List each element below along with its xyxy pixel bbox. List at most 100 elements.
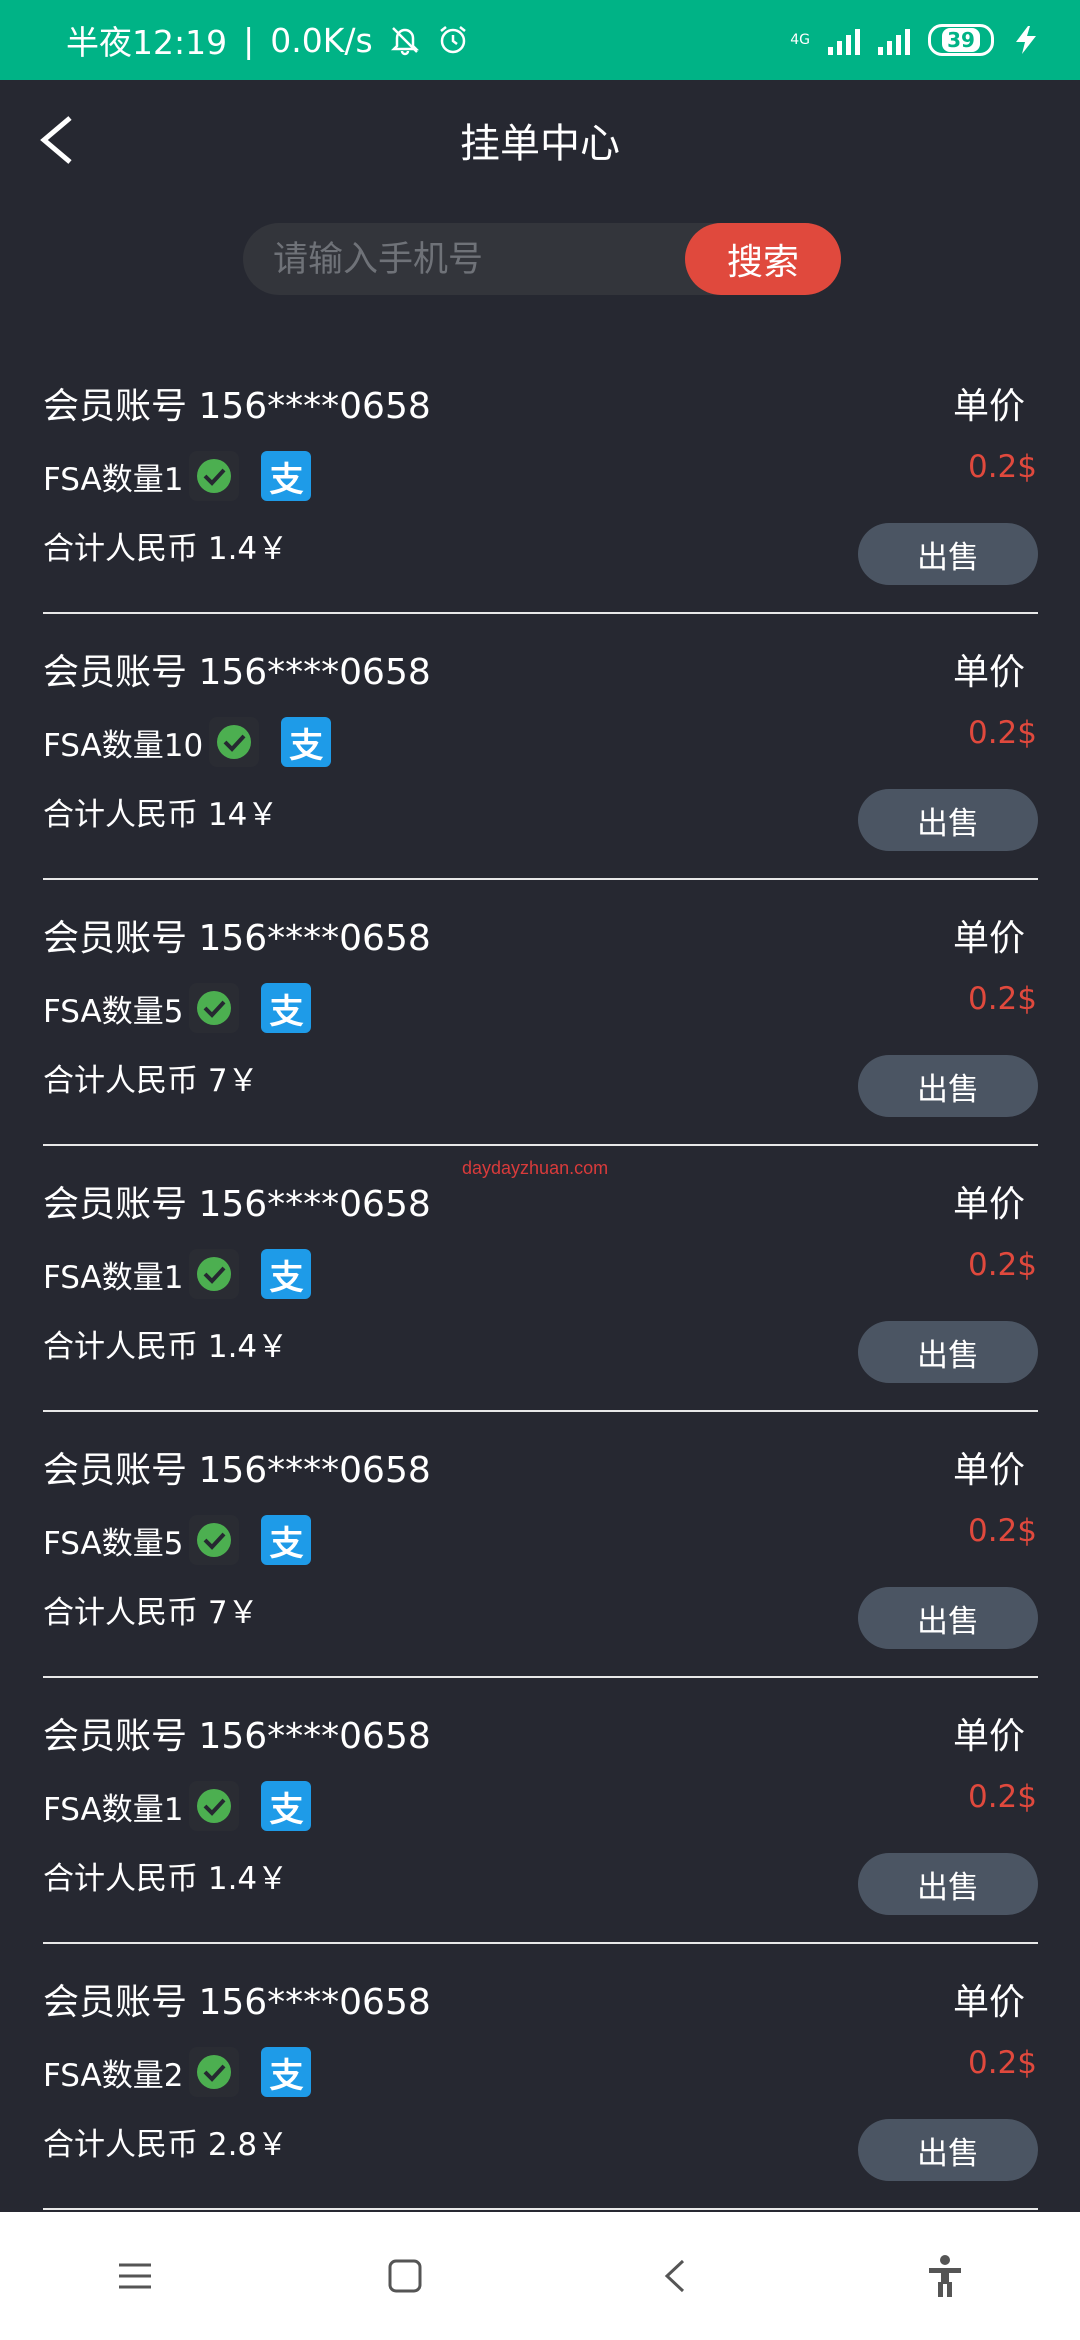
phone-search-input[interactable] [271, 233, 675, 287]
battery-level: 39 [942, 28, 980, 52]
unit-price: 0.2$ [967, 981, 1037, 1017]
member-account: 会员账号 156****0658 [43, 1982, 431, 2023]
total-rmb: 合计人民币 1.4￥ [43, 1329, 289, 1365]
sell-button[interactable]: 出售 [858, 1853, 1038, 1915]
wechat-pay-icon [189, 1515, 240, 1565]
back-triangle-icon [664, 2259, 685, 2293]
order-item: 会员账号 156****0658 单价 FSA数量1 支 0.2$ 合计人民币 … [0, 1151, 1080, 1417]
order-item: 会员账号 156****0658 单价 FSA数量1 支 0.2$ 合计人民币 … [0, 1683, 1080, 1949]
unit-price-label: 单价 [952, 1450, 1025, 1491]
sell-button[interactable]: 出售 [858, 1055, 1038, 1117]
divider [43, 1410, 1038, 1412]
unit-price: 0.2$ [967, 1247, 1037, 1283]
fsa-quantity: FSA数量1 [43, 1791, 184, 1828]
divider [43, 2208, 1038, 2210]
fsa-quantity: FSA数量1 [43, 1259, 184, 1296]
alipay-icon: 支 [261, 1515, 312, 1565]
status-time: 半夜12:19 [66, 23, 228, 62]
divider [43, 612, 1038, 614]
accessibility-button[interactable] [905, 2236, 985, 2316]
fsa-quantity: FSA数量10 [43, 727, 204, 764]
wechat-pay-icon [189, 1249, 240, 1299]
home-button[interactable] [365, 2236, 445, 2316]
battery-indicator: 39 [928, 24, 994, 56]
alipay-icon: 支 [281, 717, 332, 767]
alipay-icon: 支 [261, 451, 312, 501]
order-list: 会员账号 156****0658 单价 FSA数量1 支 0.2$ 合计人民币 … [0, 353, 1080, 2215]
alipay-icon: 支 [261, 1249, 312, 1299]
member-account: 会员账号 156****0658 [43, 918, 431, 959]
total-rmb: 合计人民币 14￥ [43, 797, 279, 833]
sell-button[interactable]: 出售 [858, 1587, 1038, 1649]
member-account: 会员账号 156****0658 [43, 1716, 431, 1757]
member-account: 会员账号 156****0658 [43, 1184, 431, 1225]
member-account: 会员账号 156****0658 [43, 652, 431, 693]
charging-icon [1016, 26, 1036, 54]
signal-icon [828, 25, 860, 55]
quantity-row: FSA数量2 支 [43, 2046, 312, 2098]
sell-button[interactable]: 出售 [858, 789, 1038, 851]
network-speed: 0.0K/s [270, 20, 373, 60]
member-account: 会员账号 156****0658 [43, 386, 431, 427]
page-title: 挂单中心 [460, 121, 620, 167]
alipay-icon: 支 [261, 1781, 312, 1831]
wechat-pay-icon [189, 2047, 240, 2097]
search-bar: 搜索 [243, 223, 841, 295]
alipay-icon: 支 [261, 983, 312, 1033]
unit-price-label: 单价 [952, 652, 1025, 693]
search-button[interactable]: 搜索 [685, 223, 841, 295]
back-arrow-icon[interactable] [30, 110, 90, 170]
fsa-quantity: FSA数量5 [43, 993, 184, 1030]
bell-off-icon [390, 27, 419, 56]
total-rmb: 合计人民币 1.4￥ [43, 531, 289, 567]
quantity-row: FSA数量5 支 [43, 982, 312, 1034]
home-square-icon [388, 2259, 422, 2293]
quantity-row: FSA数量1 支 [43, 1248, 312, 1300]
network-type: 4G [790, 32, 810, 48]
quantity-row: FSA数量1 支 [43, 1780, 312, 1832]
wechat-pay-icon [189, 1781, 240, 1831]
unit-price: 0.2$ [967, 715, 1037, 751]
order-item: 会员账号 156****0658 单价 FSA数量5 支 0.2$ 合计人民币 … [0, 885, 1080, 1151]
system-nav-bar [0, 2212, 1080, 2340]
watermark: daydayzhuan.com [462, 1158, 609, 1178]
accessibility-icon [929, 2255, 961, 2297]
unit-price-label: 单价 [952, 1982, 1025, 2023]
alipay-icon: 支 [261, 2047, 312, 2097]
order-item: 会员账号 156****0658 单价 FSA数量2 支 0.2$ 合计人民币 … [0, 1949, 1080, 2215]
unit-price-label: 单价 [952, 1716, 1025, 1757]
back-button[interactable] [635, 2236, 715, 2316]
fsa-quantity: FSA数量5 [43, 1525, 184, 1562]
alarm-icon [439, 26, 466, 54]
quantity-row: FSA数量1 支 [43, 450, 312, 502]
sell-button[interactable]: 出售 [858, 2119, 1038, 2181]
unit-price-label: 单价 [952, 918, 1025, 959]
order-item: 会员账号 156****0658 单价 FSA数量1 支 0.2$ 合计人民币 … [0, 353, 1080, 619]
fsa-quantity: FSA数量2 [43, 2057, 184, 2094]
member-account: 会员账号 156****0658 [43, 1450, 431, 1491]
total-rmb: 合计人民币 7￥ [43, 1063, 259, 1099]
sell-button[interactable]: 出售 [858, 1321, 1038, 1383]
unit-price: 0.2$ [967, 1779, 1037, 1815]
unit-price: 0.2$ [967, 2045, 1037, 2081]
divider [43, 878, 1038, 880]
menu-button[interactable] [95, 2236, 175, 2316]
unit-price-label: 单价 [952, 1184, 1025, 1225]
wechat-pay-icon [209, 717, 260, 767]
wechat-pay-icon [189, 451, 240, 501]
menu-icon [119, 2263, 151, 2289]
fsa-quantity: FSA数量1 [43, 461, 184, 498]
quantity-row: FSA数量10 支 [43, 716, 332, 768]
order-item: 会员账号 156****0658 单价 FSA数量10 支 0.2$ 合计人民币… [0, 619, 1080, 885]
signal-icon-2 [878, 25, 910, 55]
total-rmb: 合计人民币 1.4￥ [43, 1861, 289, 1897]
order-item: 会员账号 156****0658 单价 FSA数量5 支 0.2$ 合计人民币 … [0, 1417, 1080, 1683]
total-rmb: 合计人民币 2.8￥ [43, 2127, 289, 2163]
divider [43, 1676, 1038, 1678]
header: 挂单中心 [0, 80, 1080, 200]
status-bar: 半夜12:19 | 0.0K/s 4G 39 [0, 0, 1080, 80]
unit-price: 0.2$ [967, 449, 1037, 485]
total-rmb: 合计人民币 7￥ [43, 1595, 259, 1631]
divider [43, 1144, 1038, 1146]
sell-button[interactable]: 出售 [858, 523, 1038, 585]
